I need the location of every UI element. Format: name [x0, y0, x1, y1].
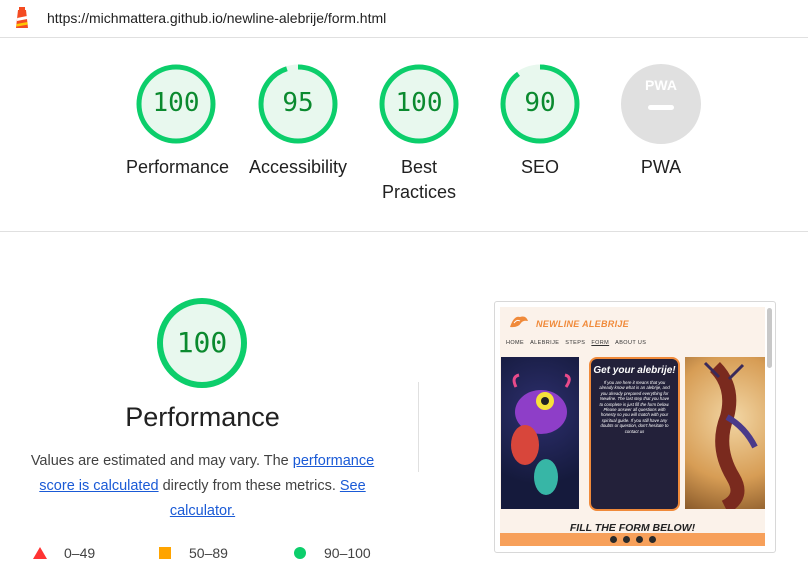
gauge-best-practices[interactable]: 100 Best Practices: [369, 63, 469, 205]
triangle-icon: [33, 547, 47, 559]
nav-item: ALEBRIJE: [530, 340, 560, 346]
performance-description: Values are estimated and may vary. The p…: [20, 449, 385, 524]
description-text: Values are estimated and may vary. The: [30, 453, 293, 469]
nav-item: HOME: [506, 340, 525, 346]
screenshot-footer: [500, 533, 765, 546]
gauge-score: 100: [152, 88, 200, 118]
vertical-divider: [418, 382, 419, 472]
nav-item: STEPS: [565, 340, 586, 346]
creature-illustration: [511, 373, 571, 495]
gauge-label: Best Practices: [381, 157, 457, 202]
nav-item: ABOUT US: [615, 340, 647, 346]
legend-label: 50–89: [189, 545, 228, 561]
instagram-icon: [609, 536, 617, 543]
gauge-score: 100: [176, 326, 228, 359]
gauge-label: PWA: [640, 157, 682, 177]
pwa-badge-icon: [621, 64, 701, 144]
section-divider: [0, 231, 808, 232]
description-text: directly from these metrics.: [158, 478, 340, 494]
page-url[interactable]: https://michmattera.github.io/newline-al…: [47, 10, 386, 26]
card-title: Get your alebrije!: [593, 365, 676, 376]
legend-pass: 90–100: [294, 545, 371, 561]
screenshot-content: NEWLINE ALEBRIJE HOME ALEBRIJE STEPS FOR…: [500, 307, 765, 546]
legend-label: 90–100: [324, 545, 371, 561]
gauge-seo[interactable]: 90 SEO: [490, 63, 590, 180]
gauge-score: 100: [395, 88, 443, 118]
pwa-badge-text: PWA: [645, 77, 677, 93]
form-intro-card: Get your alebrije! If you are here it me…: [589, 357, 680, 511]
alebrije-logo-icon: [510, 316, 528, 328]
facebook-icon: [622, 536, 630, 543]
legend-fail: 0–49: [33, 545, 95, 561]
alebrije-image-left: [501, 357, 579, 509]
gauge-performance[interactable]: 100 Performance: [126, 63, 230, 180]
gauge-label: Accessibility: [248, 157, 348, 177]
alebrije-image-right: [685, 357, 765, 514]
gauge-score: 95: [282, 88, 314, 118]
legend-average: 50–89: [159, 545, 228, 561]
gauge-label: SEO: [520, 157, 559, 177]
dragon-illustration: [703, 361, 758, 514]
card-body: If you are here it means that you alread…: [599, 380, 670, 434]
page-screenshot[interactable]: NEWLINE ALEBRIJE HOME ALEBRIJE STEPS FOR…: [494, 301, 776, 553]
section-title: Performance: [125, 402, 280, 432]
screenshot-nav: HOME ALEBRIJE STEPS FORM ABOUT US: [506, 340, 646, 346]
screenshot-brand: NEWLINE ALEBRIJE: [536, 319, 629, 329]
legend-label: 0–49: [64, 545, 96, 561]
lighthouse-icon: [16, 7, 28, 28]
main-gauge-performance: 100: [155, 297, 249, 389]
screenshot-scrollbar[interactable]: [767, 308, 772, 368]
gauge-label: Performance: [126, 157, 230, 177]
nav-item: FORM: [591, 340, 610, 346]
gauge-score: 90: [524, 88, 556, 118]
github-icon: [648, 536, 656, 543]
square-icon: [159, 547, 171, 559]
youtube-icon: [635, 536, 643, 543]
gauge-accessibility[interactable]: 95 Accessibility: [248, 63, 348, 180]
gauge-pwa[interactable]: PWA PWA: [611, 63, 711, 180]
address-bar: https://michmattera.github.io/newline-al…: [0, 0, 808, 38]
circle-icon: [294, 547, 306, 559]
